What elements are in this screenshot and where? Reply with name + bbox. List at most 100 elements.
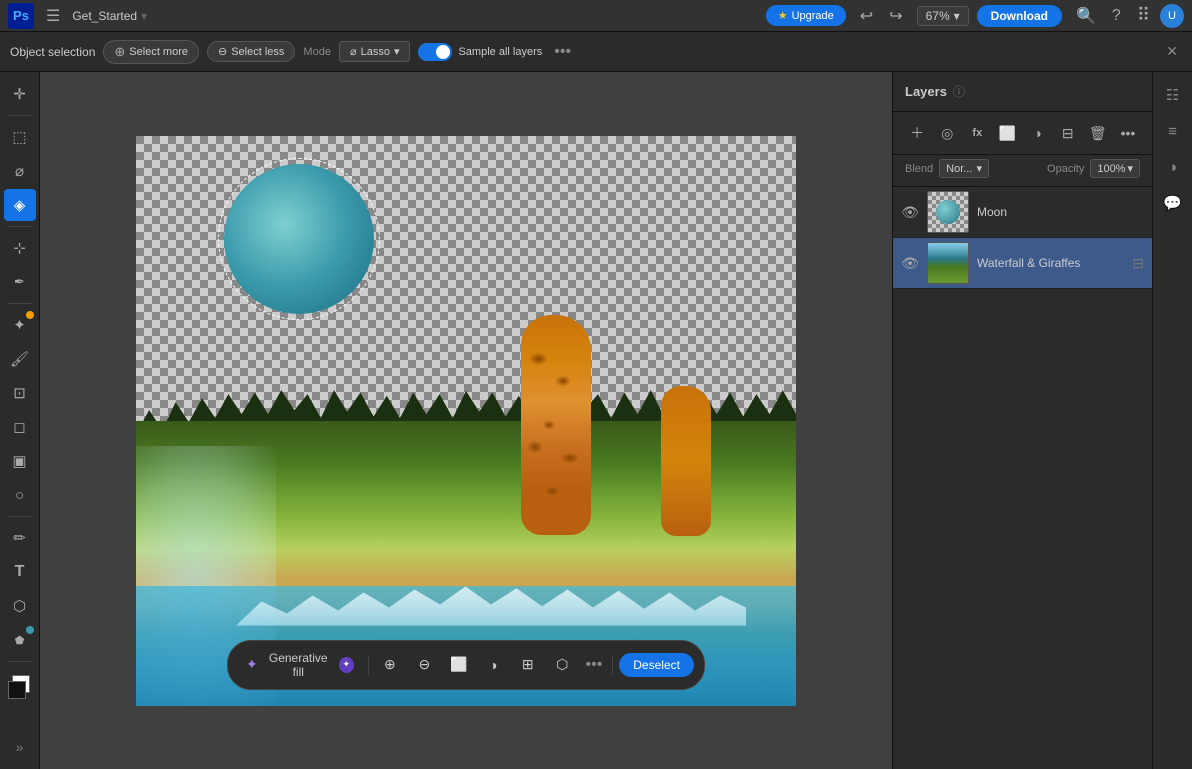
divider-1: [368, 655, 369, 675]
moon-thumbnail: [936, 200, 960, 224]
layer-name-moon: Moon: [977, 205, 1144, 219]
invert-button[interactable]: ◑: [478, 649, 508, 681]
undo-button[interactable]: ↩: [854, 2, 879, 30]
tool-label: Object selection: [10, 45, 95, 59]
redo-button[interactable]: ↪: [883, 2, 908, 30]
lasso-tool[interactable]: ⌀: [4, 155, 36, 187]
tool-separator: [8, 115, 32, 116]
group-button[interactable]: ⊟: [1056, 120, 1080, 146]
neural-tool[interactable]: ⬟: [4, 624, 36, 656]
ai-badge: ✦: [339, 657, 354, 673]
type-tool[interactable]: T: [4, 556, 36, 588]
gradient-tool[interactable]: ▣: [4, 445, 36, 477]
adjustment-button[interactable]: ◑: [1026, 120, 1050, 146]
generative-fill-button[interactable]: ✦ Generative fill ✦: [238, 647, 362, 683]
chevron-down-icon: ▾: [954, 9, 960, 23]
toggle-switch[interactable]: [418, 43, 452, 61]
tool-separator-4: [8, 516, 32, 517]
tool-separator-5: [8, 661, 32, 662]
visibility-icon-moon[interactable]: 👁: [901, 204, 919, 221]
mask-button[interactable]: ⬜: [995, 120, 1019, 146]
avatar[interactable]: U: [1160, 4, 1184, 28]
ps-logo: Ps: [8, 3, 34, 29]
visibility-icon-waterfall[interactable]: 👁: [901, 255, 919, 272]
layer-moon[interactable]: 👁 Moon: [893, 187, 1152, 238]
select-less-button[interactable]: ⊖ Select less: [207, 41, 295, 62]
eraser-tool[interactable]: ◻: [4, 411, 36, 443]
file-name[interactable]: Get_Started ▾: [72, 9, 147, 23]
layer-name-waterfall: Waterfall & Giraffes: [977, 256, 1124, 270]
zoom-control[interactable]: 67% ▾: [917, 6, 969, 26]
color-picker[interactable]: [4, 671, 36, 703]
plus-icon: ⊕: [114, 44, 125, 60]
canvas-area[interactable]: ✦ Generative fill ✦ ⊕ ⊖ ⬜ ◑ ⊞ ⬡ ••• Dese…: [40, 72, 892, 769]
contextbar: Object selection ⊕ Select more ⊖ Select …: [0, 32, 1192, 72]
tool-separator-2: [8, 226, 32, 227]
marquee-tool[interactable]: ⬚: [4, 121, 36, 153]
dodge-tool[interactable]: ○: [4, 479, 36, 511]
layer-thumb-moon: [927, 191, 969, 233]
help-button[interactable]: ?: [1106, 3, 1127, 29]
move-selection-button[interactable]: ⊕: [375, 649, 405, 681]
comments-button[interactable]: 💬: [1158, 188, 1188, 218]
sample-layers-toggle[interactable]: Sample all layers: [418, 43, 542, 61]
upgrade-button[interactable]: ★ Upgrade: [766, 5, 846, 26]
info-icon[interactable]: ⓘ: [953, 83, 965, 100]
eyedropper-tool[interactable]: ✒: [4, 266, 36, 298]
search-button[interactable]: 🔍: [1070, 2, 1102, 30]
lasso-icon: ⌀: [350, 45, 357, 58]
undo-redo-group: ↩ ↪: [854, 2, 909, 30]
adjustments-button[interactable]: ◑: [1158, 152, 1188, 182]
minus-icon: ⊖: [218, 45, 227, 58]
deselect-button[interactable]: Deselect: [619, 653, 694, 677]
delete-layer-button[interactable]: 🗑: [1086, 120, 1110, 146]
tool-badge: [26, 311, 34, 319]
opacity-label: Opacity: [1047, 163, 1084, 175]
intersect-button[interactable]: ⬜: [444, 649, 474, 681]
download-button[interactable]: Download: [977, 5, 1062, 27]
subtract-selection-button[interactable]: ⊖: [409, 649, 439, 681]
blend-mode-select[interactable]: Nor... ▾: [939, 159, 989, 178]
crop-tool[interactable]: ⊹: [4, 232, 36, 264]
hamburger-menu[interactable]: ☰: [42, 2, 64, 30]
pen-tool[interactable]: ✏: [4, 522, 36, 554]
properties-button[interactable]: ≡: [1158, 116, 1188, 146]
divider-2: [612, 655, 613, 675]
blend-label: Blend: [905, 163, 933, 175]
layers-panel: Layers ⓘ ＋ ◎ fx ⬜ ◑ ⊟ 🗑 ••• Blend Nor...…: [892, 72, 1152, 769]
brush-tool[interactable]: 🖌: [4, 343, 36, 375]
panel-actions: ＋ ◎ fx ⬜ ◑ ⊟ 🗑 •••: [893, 112, 1152, 155]
new-layer-button[interactable]: ＋: [905, 120, 929, 146]
more-options-button[interactable]: •••: [550, 43, 575, 61]
layer-waterfall[interactable]: 👁 Waterfall & Giraffes ⊟: [893, 238, 1152, 289]
expand-tools-button[interactable]: »: [4, 731, 36, 763]
opacity-control[interactable]: 100% ▾: [1090, 159, 1140, 178]
move-tool[interactable]: ✛: [4, 78, 36, 110]
giraffe-small: [661, 386, 716, 546]
panel-header: Layers ⓘ: [893, 72, 1152, 112]
layer-filter-icon[interactable]: ⊟: [1132, 255, 1144, 272]
canvas-button[interactable]: ⬡: [547, 649, 577, 681]
effects-button[interactable]: ◎: [935, 120, 959, 146]
heal-tool[interactable]: ✦: [4, 309, 36, 341]
shape-tool[interactable]: ⬡: [4, 590, 36, 622]
tool-badge-2: [26, 626, 34, 634]
more-button[interactable]: •••: [582, 656, 607, 674]
lasso-dropdown[interactable]: ⌀ Lasso ▾: [339, 41, 411, 62]
canvas-scene: [136, 136, 796, 706]
object-select-tool[interactable]: ◈: [4, 189, 36, 221]
apps-button[interactable]: ⠿: [1131, 1, 1156, 30]
panel-more-button[interactable]: •••: [1116, 120, 1140, 146]
spark-icon: ✦: [246, 656, 258, 673]
expand-button[interactable]: ⊞: [513, 649, 543, 681]
scene-thumbnail: [928, 243, 968, 283]
bottom-toolbar: ✦ Generative fill ✦ ⊕ ⊖ ⬜ ◑ ⊞ ⬡ ••• Dese…: [227, 640, 705, 690]
fx-button[interactable]: fx: [965, 120, 989, 146]
close-toolbar-button[interactable]: ✕: [1162, 43, 1182, 60]
libraries-button[interactable]: ☷: [1158, 80, 1188, 110]
stamp-tool[interactable]: ⊡: [4, 377, 36, 409]
panel-title: Layers: [905, 84, 947, 99]
giraffe-small-body: [661, 386, 711, 536]
select-more-button[interactable]: ⊕ Select more: [103, 40, 199, 64]
layer-thumb-waterfall: [927, 242, 969, 284]
